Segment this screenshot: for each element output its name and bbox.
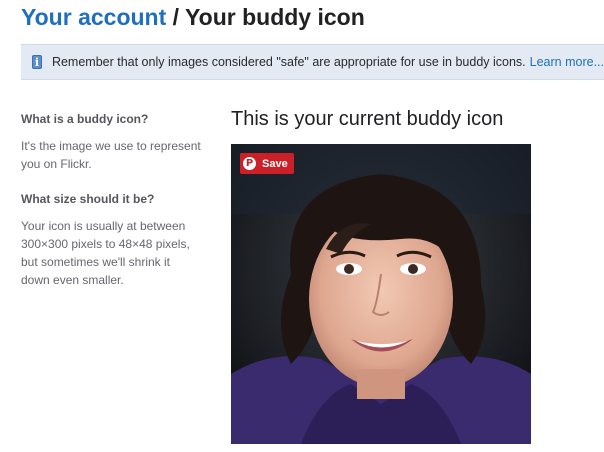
save-label: Save	[262, 157, 288, 170]
pinterest-icon: P	[243, 157, 256, 170]
safe-images-notice: i Remember that only images considered "…	[21, 44, 604, 80]
page-title: Your buddy icon	[185, 4, 365, 30]
current-icon-heading: This is your current buddy icon	[231, 108, 504, 130]
notice-text: Remember that only images considered "sa…	[51, 55, 526, 69]
page-header: Your account / Your buddy icon	[21, 2, 365, 32]
faq-answer-what: It's the image we use to represent you o…	[21, 139, 201, 171]
faq-question-size: What size should it be?	[21, 192, 155, 206]
faq-question-what: What is a buddy icon?	[21, 112, 149, 126]
faq-answer-size: Your icon is usually at between 300×300 …	[21, 219, 190, 287]
your-account-link[interactable]: Your account	[21, 4, 166, 30]
info-icon: i	[32, 55, 42, 69]
breadcrumb-separator: /	[172, 4, 180, 30]
sidebar-help: What is a buddy icon? It's the image we …	[21, 110, 201, 306]
learn-more-link[interactable]: Learn more...	[530, 55, 604, 69]
pinterest-save-button[interactable]: P Save	[240, 153, 294, 174]
buddy-icon-image	[231, 144, 531, 444]
